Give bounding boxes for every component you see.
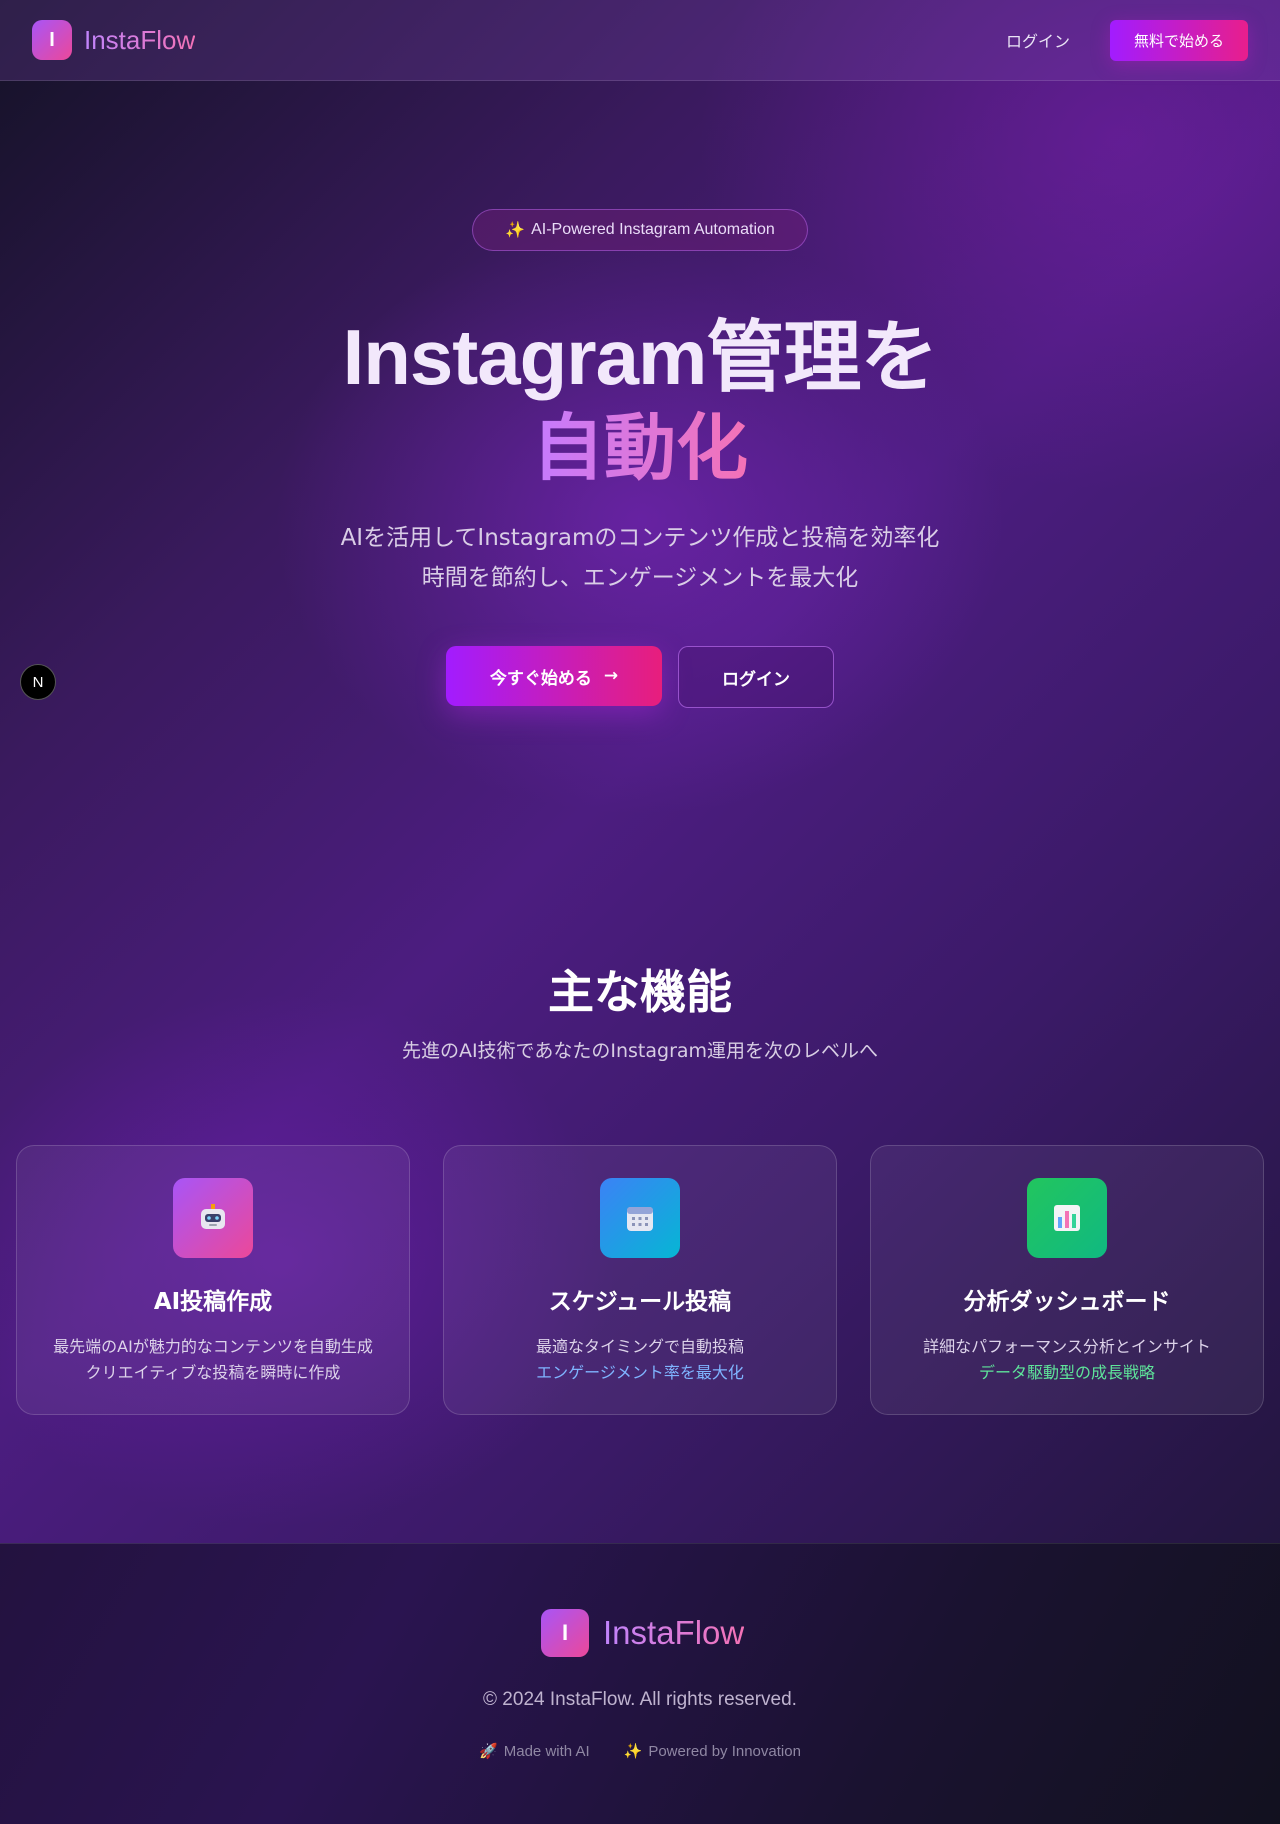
hero-subtitle-line1: AIを活用してInstagramのコンテンツ作成と投稿を効率化 [340,525,940,551]
rocket-icon: 🚀 [479,1743,498,1760]
top-navbar: I InstaFlow ログイン 無料で始める [0,0,1280,81]
hero-title: Instagram管理を [342,313,939,401]
hero-buttons: 今すぐ始める → ログイン [446,646,834,708]
hero-badge: ✨ AI-Powered Instagram Automation [472,209,808,251]
hero-title-highlight: 自動化 [531,409,748,489]
get-started-button[interactable]: 今すぐ始める → [446,646,662,706]
feature-title: 分析ダッシュボード [963,1289,1171,1315]
hero-subtitle: AIを活用してInstagramのコンテンツ作成と投稿を効率化 時間を節約し、エ… [0,518,1280,598]
calendar-icon [600,1178,680,1258]
get-started-label: 今すぐ始める [489,668,592,689]
hero-subtitle-line2: 時間を節約し、エンゲージメントを最大化 [421,565,859,591]
feature-desc: 最先端のAIが魅力的なコンテンツを自動生成 [53,1337,373,1356]
hero-login-button[interactable]: ログイン [678,646,834,708]
feature-title: AI投稿作成 [153,1289,273,1315]
footer-tag-label: Made with AI [503,1742,590,1760]
feature-title: スケジュール投稿 [548,1289,732,1315]
logo-icon: I [32,20,72,60]
footer-tags: 🚀 Made with AI ✨ Powered by Innovation [0,1742,1280,1761]
footer-tag-made-with-ai: 🚀 Made with AI [479,1742,590,1761]
footer-brand-name: InstaFlow [603,1614,745,1651]
feature-card-ai-post: AI投稿作成 最先端のAIが魅力的なコンテンツを自動生成 クリエイティブな投稿を… [16,1145,410,1415]
footer-tag-powered: ✨ Powered by Innovation [623,1742,801,1761]
feature-desc-highlight: クリエイティブな投稿を瞬時に作成 [85,1363,341,1382]
features-subtitle: 先進のAI技術であなたのInstagram運用を次のレベルへ [401,1040,879,1062]
nextjs-dev-badge[interactable]: N [20,664,56,700]
nav-signup-button[interactable]: 無料で始める [1109,19,1248,61]
brand-name: InstaFlow [84,24,196,55]
feature-desc: 詳細なパフォーマンス分析とインサイト [923,1337,1211,1356]
feature-desc-highlight: エンゲージメント率を最大化 [536,1363,744,1382]
brand-logo[interactable]: I InstaFlow [32,20,195,60]
footer: I InstaFlow © 2024 InstaFlow. All rights… [0,1543,1280,1824]
feature-card-analytics: 分析ダッシュボード 詳細なパフォーマンス分析とインサイト データ駆動型の成長戦略 [870,1145,1264,1415]
copyright-text: © 2024 InstaFlow. All rights reserved. [483,1689,797,1710]
sparkles-icon: ✨ [623,1743,643,1760]
sparkles-icon: ✨ [505,222,526,239]
hero-badge-text: AI-Powered Instagram Automation [531,221,775,238]
footer-logo-icon: I [541,1609,589,1657]
features-title: 主な機能 [548,965,732,1019]
hero-title-accent: 自動化 [0,404,1280,494]
nav-login-link[interactable]: ログイン [1006,28,1070,52]
footer-brand[interactable]: I InstaFlow [541,1609,744,1657]
feature-card-schedule: スケジュール投稿 最適なタイミングで自動投稿 エンゲージメント率を最大化 [443,1145,837,1415]
bar-chart-icon [1027,1178,1107,1258]
arrow-right-icon: → [603,666,619,686]
robot-icon [173,1178,253,1258]
feature-desc: 最適なタイミングで自動投稿 [535,1337,744,1356]
footer-tag-label: Powered by Innovation [648,1742,801,1760]
nav-actions: ログイン 無料で始める [1006,19,1248,61]
feature-desc-highlight: データ駆動型の成長戦略 [978,1363,1155,1382]
